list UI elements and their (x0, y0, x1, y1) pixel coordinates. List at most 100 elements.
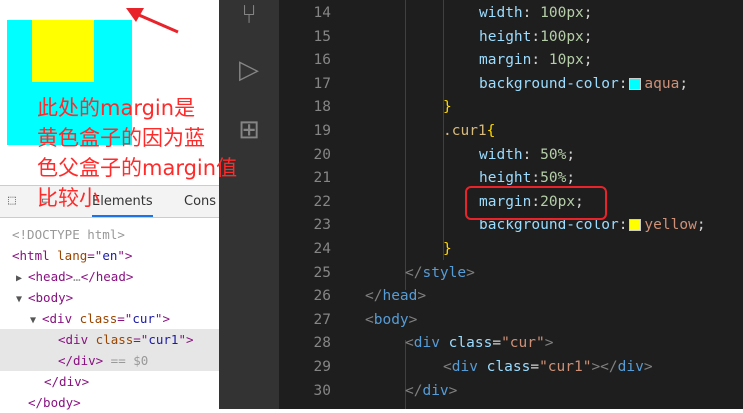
code-token: > (466, 264, 475, 281)
indent-guide (405, 0, 406, 290)
code-token: > (417, 288, 427, 305)
code-token: = (530, 359, 540, 375)
dom-node-row[interactable]: </div> (0, 371, 219, 392)
dom-token: en (102, 248, 118, 263)
line-number: 17 (313, 75, 331, 92)
code-token: width (479, 146, 523, 163)
dom-node-row[interactable]: <html lang="en"> (0, 245, 219, 266)
code-line[interactable]: margin: 10px; (479, 52, 593, 68)
dom-token: "> (117, 248, 133, 263)
annotation-text: 此处的margin是 黄色盒子的因为蓝 色父盒子的margin值 比较小 (37, 96, 238, 210)
line-number: 19 (313, 123, 331, 139)
code-token: height (479, 170, 532, 187)
code-line[interactable]: </style> (405, 265, 475, 281)
code-token: > (448, 382, 458, 399)
code-line[interactable]: </div> (405, 383, 457, 399)
code-line[interactable]: width: 100px; (479, 5, 593, 21)
code-token: ; (566, 170, 576, 187)
code-token: width (479, 5, 523, 21)
code-line[interactable]: </head> (365, 288, 426, 304)
code-token: 100px (540, 5, 584, 21)
code-line[interactable]: .cur1{ (443, 123, 495, 139)
code-token: < (405, 335, 414, 352)
line-number: 28 (313, 335, 331, 352)
code-token: : (531, 52, 549, 69)
code-token: style (422, 264, 467, 281)
code-line[interactable]: <div class="cur"> (405, 335, 553, 351)
code-token: </ (365, 288, 383, 305)
code-line[interactable]: } (443, 99, 452, 115)
dom-token: … (73, 269, 81, 284)
code-line[interactable]: <div class="cur1"></div> (443, 359, 653, 375)
line-number: 23 (313, 217, 331, 234)
code-token: : (531, 28, 541, 45)
code-token: head (382, 288, 418, 305)
code-line[interactable]: background-color: aqua; (479, 76, 688, 92)
line-number: 21 (313, 170, 331, 187)
expand-toggle-icon[interactable]: ▼ (16, 289, 28, 310)
inspect-cursor-icon[interactable]: ⬚ (8, 194, 22, 208)
code-token: div (451, 359, 478, 375)
line-number: 27 (313, 311, 331, 328)
line-number: 26 (313, 288, 331, 305)
expand-toggle-icon[interactable]: ▶ (16, 268, 28, 289)
dom-token: <head> (28, 269, 74, 284)
dom-token: class (79, 311, 118, 326)
dom-node-row[interactable]: </div> == $0 (0, 350, 219, 371)
code-line[interactable]: <body> (365, 312, 417, 328)
code-token: div (413, 335, 440, 352)
dom-node-row[interactable]: ▼ <body> (0, 287, 219, 308)
dom-node-row[interactable]: </body> (0, 392, 219, 413)
code-token: : (618, 75, 628, 92)
line-number: 20 (313, 146, 331, 163)
dom-node-row[interactable]: <!DOCTYPE html> (0, 224, 219, 245)
dom-token: "> (154, 311, 170, 326)
code-line[interactable]: width: 50%; (479, 147, 575, 163)
code-token: ; (583, 28, 593, 45)
dom-token: == $0 (103, 353, 149, 368)
dom-token: <body> (28, 290, 74, 305)
line-number: 22 (313, 193, 331, 210)
dom-token: lang (57, 248, 88, 263)
code-token: = (492, 335, 502, 352)
code-token: : (522, 146, 541, 163)
dom-tree: <!DOCTYPE html> <html lang="en"> ▶ <head>…<… (0, 218, 219, 413)
dom-token: </head> (80, 269, 134, 284)
dom-token: =" (117, 311, 133, 326)
code-line[interactable]: height:100px; (479, 29, 593, 45)
dom-token: <!DOCTYPE html> (12, 227, 125, 242)
dom-node-row[interactable]: ▶ <head>…</head> (0, 266, 219, 287)
expand-toggle-icon[interactable]: ▼ (30, 310, 42, 331)
dom-token: </div> (58, 353, 104, 368)
dom-node-row[interactable]: ▼ <div class="cur"> (0, 308, 219, 329)
code-token: ; (583, 5, 593, 21)
dom-node-row[interactable]: <div class="cur1"> (0, 329, 219, 350)
dom-token: <html (12, 248, 58, 263)
code-token: .cur1 (443, 123, 487, 139)
dom-token: <div (58, 332, 96, 347)
dom-token: </body> (28, 395, 81, 410)
line-number: 30 (313, 382, 331, 399)
code-token: </ (405, 382, 423, 399)
code-token: div (422, 382, 449, 399)
code-token: </ (405, 264, 423, 281)
code-token: ; (583, 52, 593, 69)
line-number: 29 (313, 359, 331, 375)
code-token: div (617, 359, 644, 375)
code-token: 50% (540, 146, 567, 163)
source-control-icon[interactable]: ⑂ (234, 0, 264, 30)
code-token: > (544, 335, 554, 352)
code-token: height (479, 28, 532, 45)
code-token: : (618, 217, 628, 234)
line-number: 14 (313, 5, 331, 21)
dom-token: =" (133, 332, 149, 347)
code-token: "cur1" (539, 359, 592, 375)
code-token: : (522, 5, 541, 21)
code-line[interactable]: } (443, 241, 452, 257)
code-token: body (373, 311, 409, 328)
annotation-arrow-icon (126, 8, 179, 34)
code-line[interactable]: height:50%; (479, 170, 575, 186)
run-debug-icon[interactable]: ▷ (234, 55, 264, 85)
